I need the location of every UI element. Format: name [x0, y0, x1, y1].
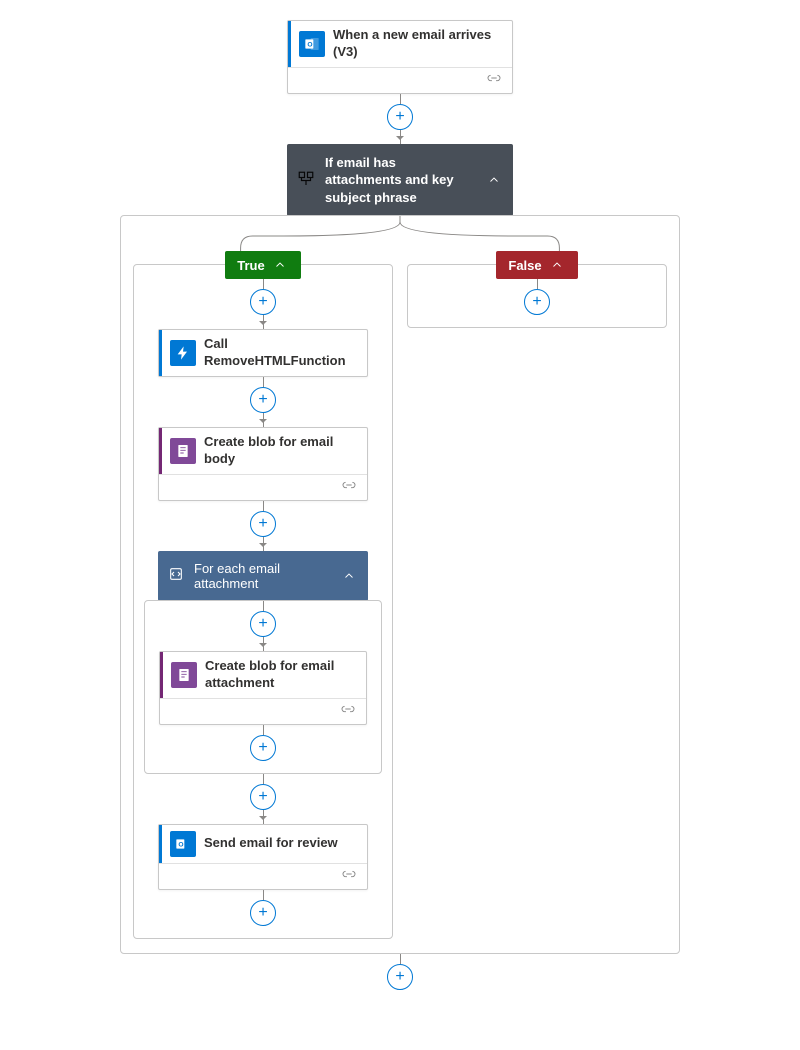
loop-icon [168, 566, 184, 585]
loop-title: For each email attachment [194, 561, 330, 591]
outlook-icon: O [299, 31, 325, 57]
action-title: Create blob for email attachment [205, 658, 358, 692]
action-call-function[interactable]: Call RemoveHTMLFunction [158, 329, 368, 377]
link-icon [341, 479, 357, 494]
link-icon [486, 72, 502, 87]
add-step-button[interactable]: + [387, 964, 413, 990]
add-step-button[interactable]: + [250, 289, 276, 315]
true-badge[interactable]: True [225, 251, 300, 279]
connector: + [387, 94, 413, 144]
action-send-email[interactable]: O Send email for review [158, 824, 368, 890]
condition-body: True + Call RemoveHTMLFunction + [120, 215, 680, 953]
svg-text:O: O [307, 42, 312, 49]
action-title: Call RemoveHTMLFunction [204, 336, 359, 370]
loop-body: + Create blob for email attachment + [144, 600, 382, 774]
trigger-card[interactable]: O When a new email arrives (V3) [287, 20, 513, 94]
false-badge[interactable]: False [496, 251, 577, 279]
add-step-button[interactable]: + [250, 611, 276, 637]
chevron-up-icon [271, 256, 289, 274]
condition-title: If email has attachments and key subject… [325, 154, 475, 207]
false-branch: False + [407, 264, 667, 328]
function-icon [170, 340, 196, 366]
condition-icon [297, 170, 315, 191]
add-step-button[interactable]: + [524, 289, 550, 315]
true-branch: True + Call RemoveHTMLFunction + [133, 264, 393, 938]
action-create-blob-body[interactable]: Create blob for email body [158, 427, 368, 501]
false-label: False [508, 258, 541, 273]
action-title: Create blob for email body [204, 434, 359, 468]
blob-icon [171, 662, 197, 688]
svg-text:O: O [178, 841, 183, 848]
link-icon [341, 868, 357, 883]
loop-card[interactable]: For each email attachment [158, 551, 368, 601]
add-step-button[interactable]: + [250, 735, 276, 761]
add-step-button[interactable]: + [250, 387, 276, 413]
chevron-up-icon [548, 256, 566, 274]
chevron-up-icon[interactable] [485, 171, 503, 189]
chevron-up-icon[interactable] [340, 567, 358, 585]
action-create-blob-attachment[interactable]: Create blob for email attachment [159, 651, 367, 725]
add-step-button[interactable]: + [387, 104, 413, 130]
true-label: True [237, 258, 264, 273]
branch-split [133, 216, 667, 264]
action-title: Send email for review [204, 835, 338, 852]
link-icon [340, 703, 356, 718]
add-step-button[interactable]: + [250, 784, 276, 810]
blob-icon [170, 438, 196, 464]
condition-card[interactable]: If email has attachments and key subject… [287, 144, 513, 217]
add-step-button[interactable]: + [250, 511, 276, 537]
trigger-title: When a new email arrives (V3) [333, 27, 504, 61]
add-step-button[interactable]: + [250, 900, 276, 926]
outlook-icon: O [170, 831, 196, 857]
